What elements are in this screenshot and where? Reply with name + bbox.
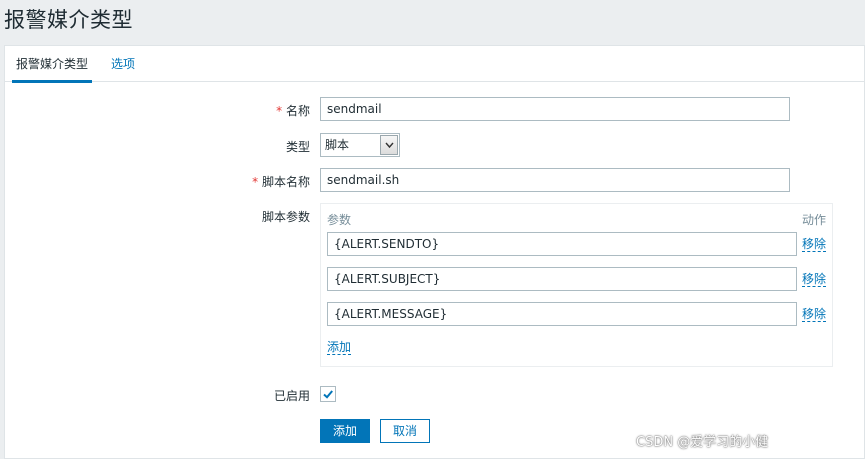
form-panel: 报警媒介类型 选项 名称 sendmail 类型 脚本 脚本名称 sendmai… [4, 45, 865, 459]
param-input-subject[interactable]: {ALERT.SUBJECT} [327, 267, 797, 291]
remove-param-sendto-link[interactable]: 移除 [802, 237, 827, 252]
dropdown-button[interactable] [380, 135, 398, 155]
add-button[interactable]: 添加 [320, 419, 370, 443]
name-input[interactable]: sendmail [320, 97, 790, 121]
param-input-sendto[interactable]: {ALERT.SENDTO} [327, 232, 797, 256]
tab-options[interactable]: 选项 [111, 46, 135, 82]
script-name-label: 脚本名称 [190, 173, 310, 190]
type-select-value: 脚本 [325, 138, 350, 152]
tab-media-type[interactable]: 报警媒介类型 [11, 46, 93, 83]
page-header: 报警媒介类型 [0, 0, 865, 38]
type-label: 类型 [285, 140, 310, 154]
type-select[interactable]: 脚本 [320, 133, 400, 157]
action-column-header: 动作 [802, 213, 827, 227]
add-param-link[interactable]: 添加 [327, 340, 352, 355]
name-label: 名称 [190, 102, 310, 119]
cancel-button[interactable]: 取消 [380, 419, 430, 443]
watermark: CSDN @爱学习的小健 [636, 435, 769, 450]
remove-param-message-link[interactable]: 移除 [802, 307, 827, 322]
enabled-checkbox[interactable] [320, 386, 336, 402]
script-name-input[interactable]: sendmail.sh [320, 168, 790, 192]
chevron-down-icon [385, 142, 394, 149]
checkmark-icon [323, 390, 333, 399]
params-column-header: 参数 [327, 213, 352, 227]
enabled-label: 已启用 [273, 389, 310, 403]
page-title: 报警媒介类型 [4, 8, 133, 32]
param-input-message[interactable]: {ALERT.MESSAGE} [327, 302, 797, 326]
script-params-table: 参数 动作 {ALERT.SENDTO} 移除 {ALERT.SUBJECT} … [320, 203, 833, 367]
tab-bar: 报警媒介类型 选项 [5, 46, 864, 83]
script-params-label: 脚本参数 [261, 210, 310, 224]
remove-param-subject-link[interactable]: 移除 [802, 272, 827, 287]
